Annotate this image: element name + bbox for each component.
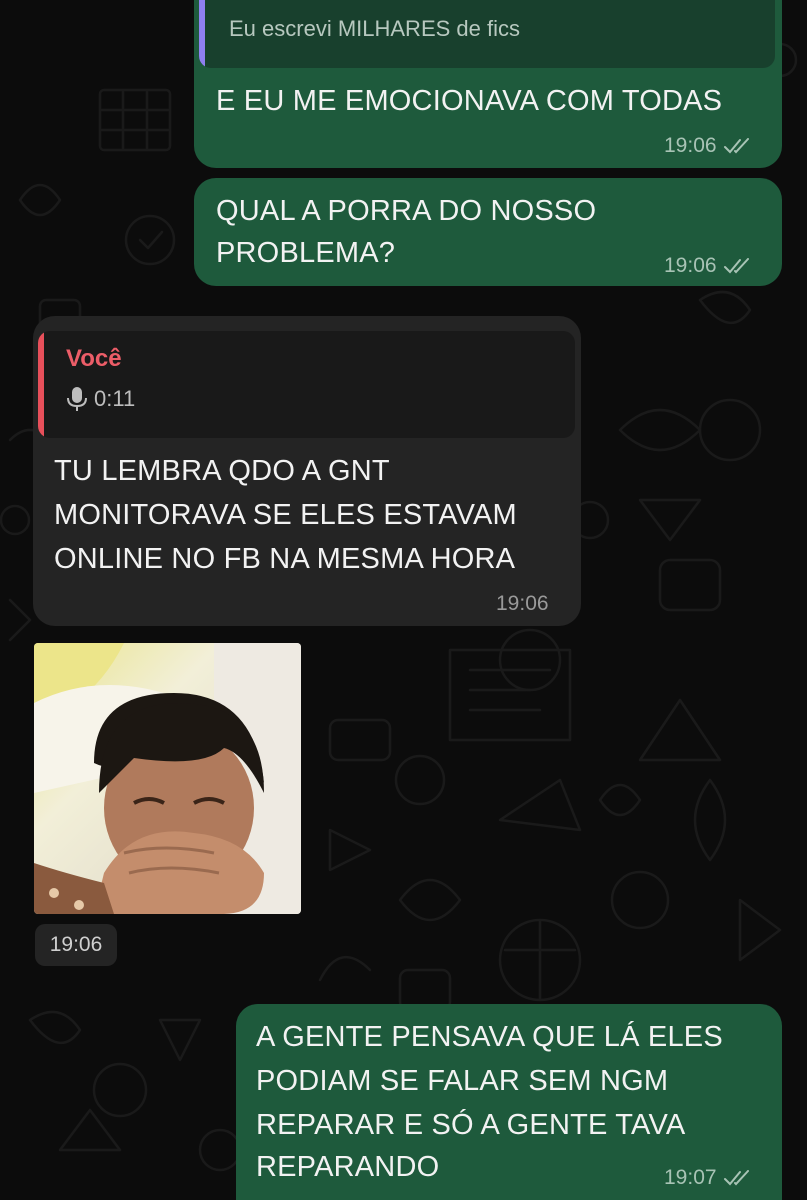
reply-quote[interactable]: Você 0:11 xyxy=(38,331,575,438)
message-time: 19:06 xyxy=(664,134,717,157)
read-receipt-icon xyxy=(723,258,749,274)
message-meta: 19:06 xyxy=(664,134,753,158)
read-receipt-icon xyxy=(723,1170,749,1186)
message-time: 19:06 xyxy=(496,592,549,615)
image-message[interactable] xyxy=(34,643,301,914)
message-meta: 19:06 xyxy=(664,254,753,278)
quoted-message[interactable]: Eu escrevi MILHARES de fics xyxy=(199,0,775,68)
reply-author: Você xyxy=(66,345,122,372)
message-text: E EU ME EMOCIONAVA COM TODAS xyxy=(216,85,723,117)
quote-accent-bar xyxy=(38,331,44,438)
message-text-line: REPARAR E SÓ A GENTE TAVA xyxy=(256,1109,686,1141)
chat-view[interactable]: Eu escrevi MILHARES de fics E EU ME EMOC… xyxy=(0,0,807,1200)
message-text-line: A GENTE PENSAVA QUE LÁ ELES xyxy=(256,1021,723,1053)
message-text-line: REPARANDO xyxy=(256,1151,440,1183)
message-meta: 19:07 xyxy=(664,1166,753,1190)
message-text-line: PODIAM SE FALAR SEM NGM xyxy=(256,1065,669,1097)
message-text-line: PROBLEMA? xyxy=(216,237,396,269)
message-time: 19:06 xyxy=(664,254,717,277)
microphone-icon xyxy=(67,387,87,411)
photo-thumbnail xyxy=(34,643,301,914)
voice-duration: 0:11 xyxy=(94,386,136,411)
message-text-line: QUAL A PORRA DO NOSSO xyxy=(216,195,597,227)
message-text-line: ONLINE NO FB NA MESMA HORA xyxy=(54,543,516,575)
quote-accent-bar xyxy=(199,0,205,68)
image-timestamp: 19:06 xyxy=(35,924,117,966)
message-text-line: MONITORAVA SE ELES ESTAVAM xyxy=(54,499,517,531)
message-text-line: TU LEMBRA QDO A GNT xyxy=(54,455,390,487)
message-time: 19:07 xyxy=(664,1166,717,1189)
read-receipt-icon xyxy=(723,138,749,154)
reply-voice-note: 0:11 xyxy=(66,385,135,413)
quoted-message-text: Eu escrevi MILHARES de fics xyxy=(229,16,520,41)
message-meta: 19:06 xyxy=(496,592,549,616)
